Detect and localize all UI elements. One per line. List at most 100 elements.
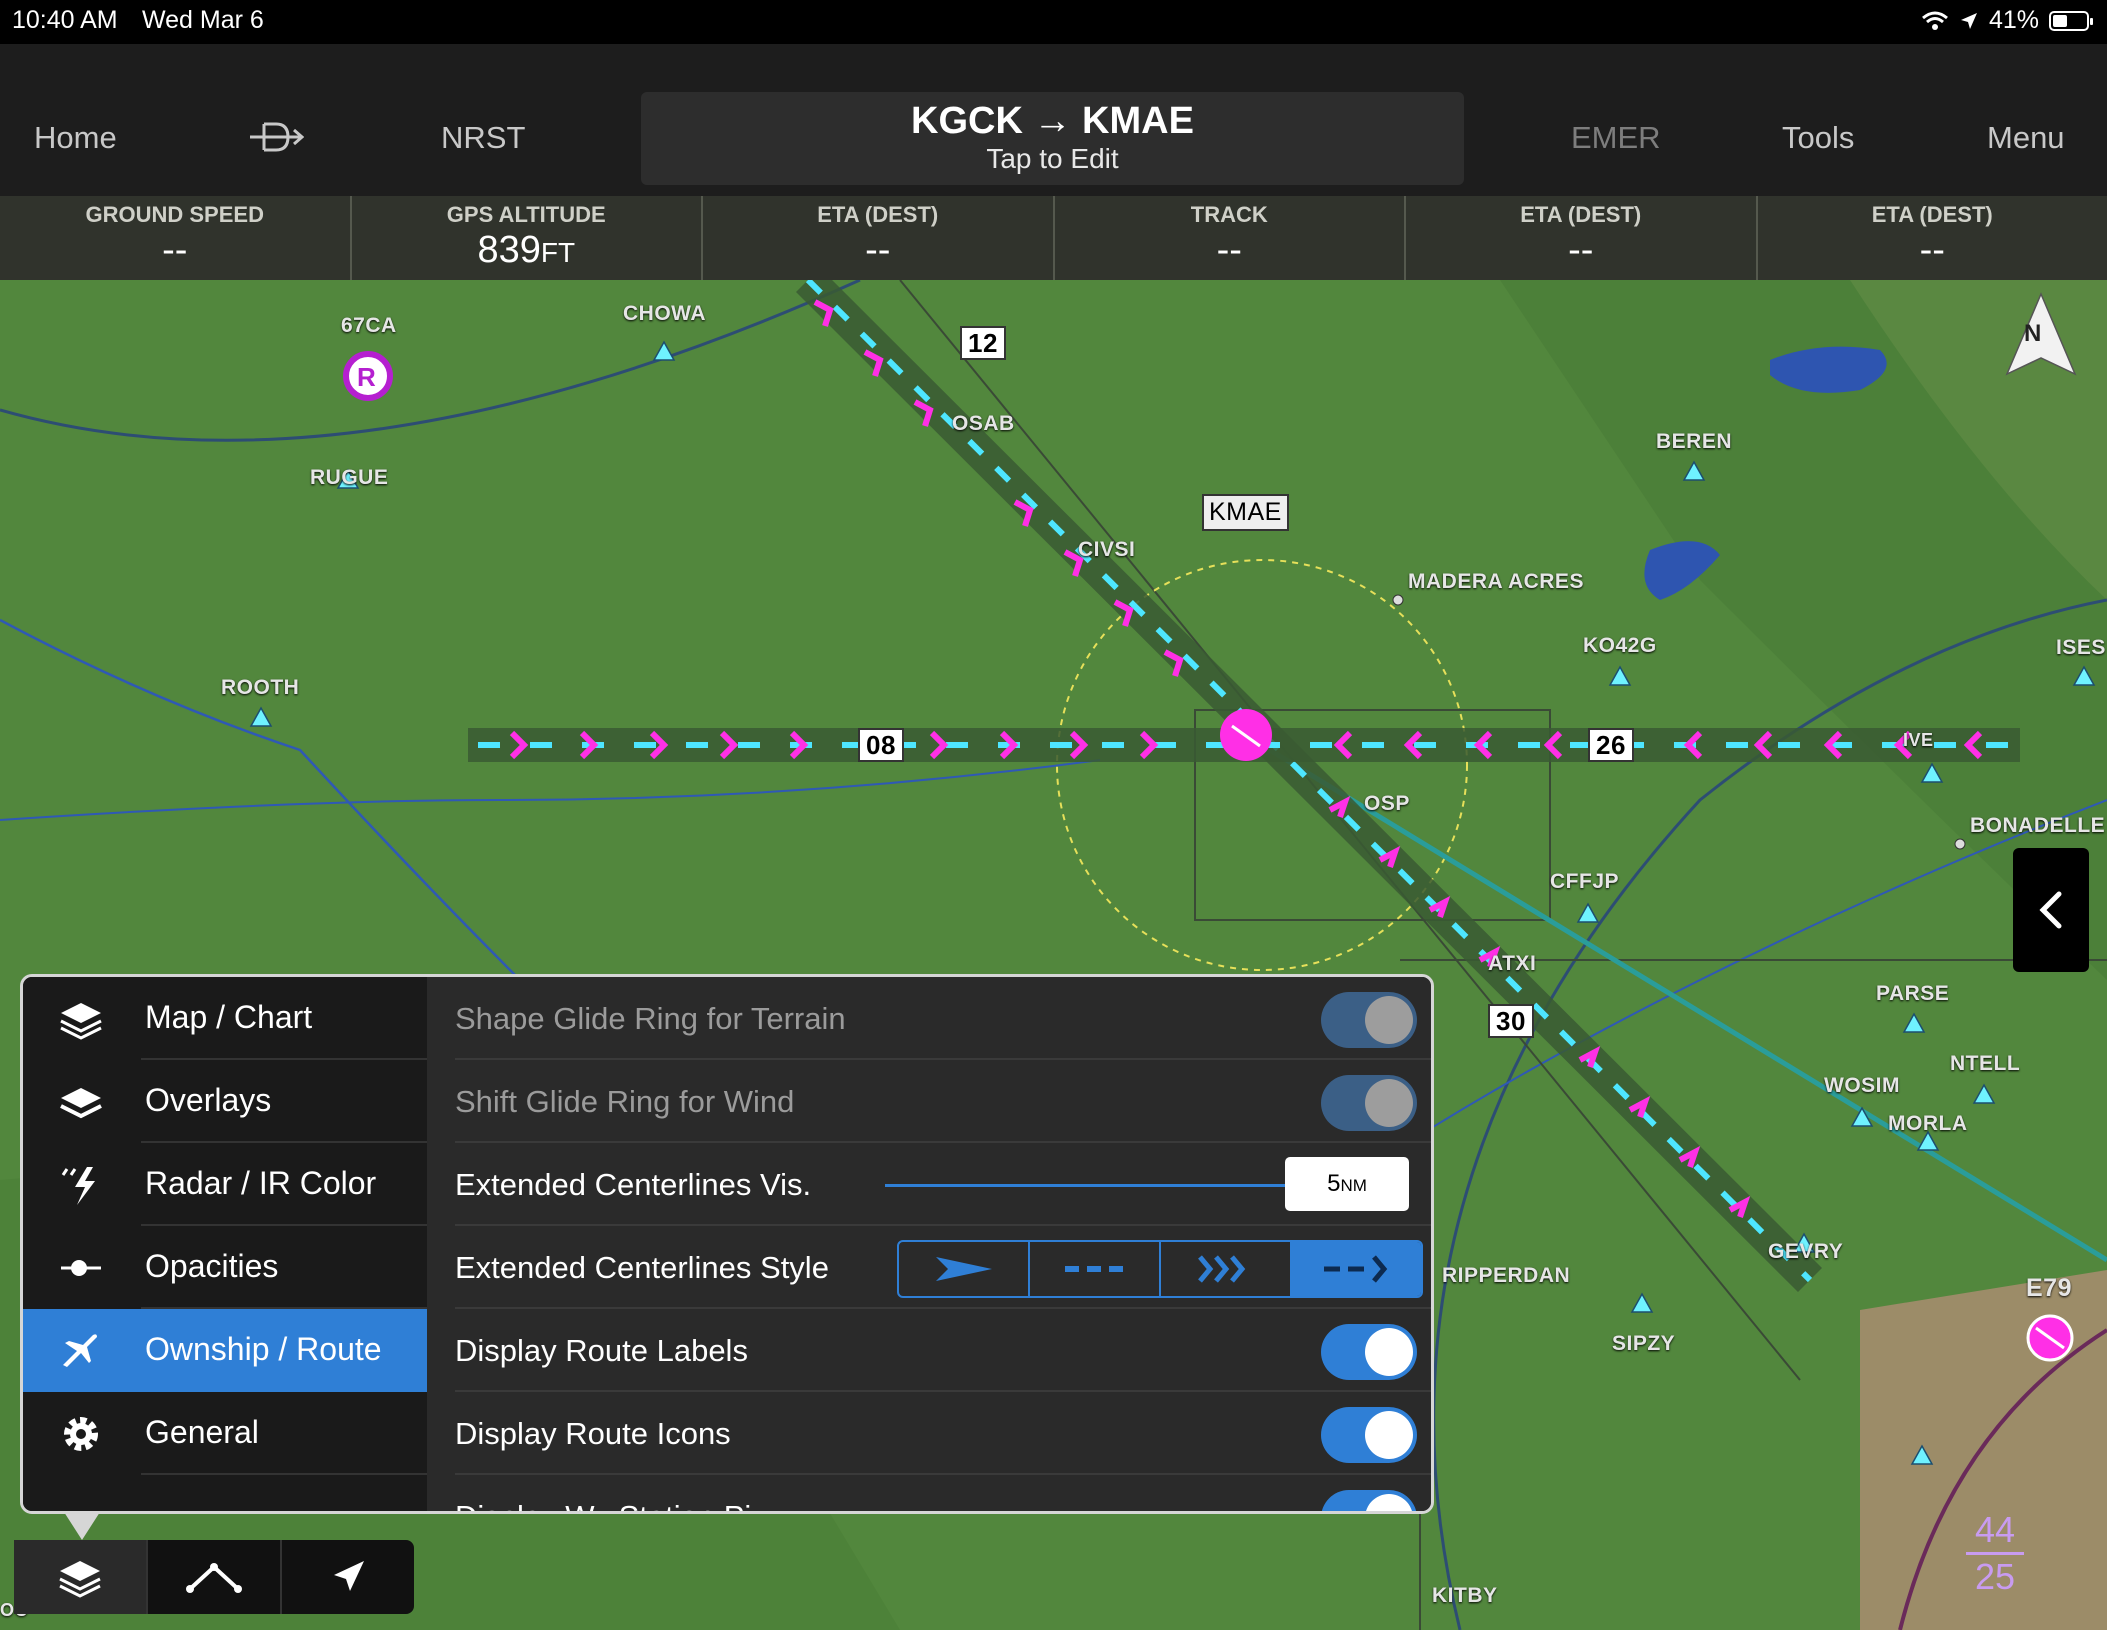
dashes-icon <box>1064 1266 1125 1272</box>
centerline-distance-slider[interactable] <box>885 1184 1309 1187</box>
waypoint-wosim[interactable]: WOSIM <box>1824 1074 1900 1098</box>
data-strip: GROUND SPEED -- GPS ALTITUDE 839FT ETA (… <box>0 196 2107 280</box>
setting-label: Shift Glide Ring for Wind <box>455 1084 795 1119</box>
chevrons-icon <box>1197 1255 1245 1283</box>
setting-label: Extended Centerlines Style <box>455 1250 829 1285</box>
setting-route-labels: Display Route Labels <box>427 1309 1431 1392</box>
place-bonadelle[interactable]: BONADELLE <box>1970 814 2105 838</box>
setting-label: Display Route Icons <box>455 1416 731 1451</box>
wx-station-toggle[interactable] <box>1321 1490 1417 1511</box>
category-opacities[interactable]: Opacities <box>23 1226 427 1309</box>
chevron-left-icon <box>2039 891 2062 929</box>
toggle-knob <box>1365 1411 1413 1459</box>
waypoint-cffjp[interactable]: CFFJP <box>1550 870 1619 894</box>
waypoint-rooth[interactable]: ROOTH <box>221 676 299 700</box>
category-label: General <box>145 1414 259 1450</box>
airport-kmae-label[interactable]: KMAE <box>1202 494 1289 531</box>
nav-tools[interactable]: Tools <box>1782 120 1854 156</box>
waypoint-osp[interactable]: OSP <box>1364 792 1410 816</box>
place-ripperdan[interactable]: RIPPERDAN <box>1442 1264 1570 1288</box>
place-madera-acres[interactable]: MADERA ACRES <box>1408 570 1584 594</box>
setting-wx-station: Display Wx Station Pi... <box>427 1475 1431 1511</box>
layers-button[interactable] <box>14 1540 148 1614</box>
category-label: Overlays <box>145 1082 272 1118</box>
waypoint-osab[interactable]: OSAB <box>952 412 1015 436</box>
style-option-dash-chevron[interactable] <box>1292 1242 1421 1296</box>
nav-home[interactable]: Home <box>34 120 117 156</box>
setting-shift-glide-ring: Shift Glide Ring for Wind <box>427 1060 1431 1143</box>
toggle-knob <box>1365 1494 1413 1511</box>
category-radar-ir-color[interactable]: Radar / IR Color <box>23 1143 427 1226</box>
runway-12-label: 12 <box>960 326 1006 360</box>
setting-centerlines-vis: Extended Centerlines Vis. 5NM <box>427 1143 1431 1226</box>
waypoint-kitby[interactable]: KITBY <box>1432 1584 1498 1608</box>
nav-menu[interactable]: Menu <box>1987 120 2065 156</box>
shape-glide-ring-toggle[interactable] <box>1321 992 1417 1048</box>
waypoint-chowa[interactable]: CHOWA <box>623 302 706 326</box>
divider <box>141 1473 427 1475</box>
nav-emer[interactable]: EMER <box>1571 120 1661 156</box>
waypoint-atxi[interactable]: ATXI <box>1488 952 1536 976</box>
route-icons-toggle[interactable] <box>1321 1407 1417 1463</box>
style-option-chevrons[interactable] <box>1161 1242 1292 1296</box>
airspace-ceiling: 44 <box>1974 1509 2016 1550</box>
waypoint-sipzy[interactable]: SIPZY <box>1612 1332 1675 1356</box>
style-option-arrow[interactable] <box>899 1242 1030 1296</box>
category-label: Radar / IR Color <box>145 1165 377 1201</box>
data-cell-label: ETA (DEST) <box>817 202 939 227</box>
setting-label: Display Route Labels <box>455 1333 748 1368</box>
waypoint-civsi[interactable]: CIVSI <box>1078 538 1135 562</box>
waypoint-gevry[interactable]: GEVRY <box>1768 1240 1843 1264</box>
data-cell-gps-altitude[interactable]: GPS ALTITUDE 839FT <box>352 196 703 280</box>
side-panel-toggle-button[interactable] <box>2013 848 2089 972</box>
toggle-knob <box>1365 996 1413 1044</box>
waypoint-ises[interactable]: ISES <box>2056 636 2106 660</box>
data-cell-track[interactable]: TRACK -- <box>1055 196 1406 280</box>
data-cell-label: GPS ALTITUDE <box>446 202 606 227</box>
data-cell-eta-dest-3[interactable]: ETA (DEST) -- <box>1758 196 2107 280</box>
status-date: Wed Mar 6 <box>142 6 264 34</box>
gear-icon <box>64 1417 98 1451</box>
route-profile-button[interactable] <box>148 1540 282 1614</box>
radar-icon <box>61 1167 95 1205</box>
waypoint-ntell[interactable]: NTELL <box>1950 1052 2020 1076</box>
settings-category-list: Map / Chart Overlays Radar / IR Color Op… <box>23 977 427 1511</box>
waypoint-ive[interactable]: IVE <box>1903 730 1934 751</box>
ownship-center-button[interactable] <box>282 1540 414 1614</box>
data-cell-ground-speed[interactable]: GROUND SPEED -- <box>0 196 352 280</box>
waypoint-rugue[interactable]: RUGUE <box>310 466 388 490</box>
waypoint-morla[interactable]: MORLA <box>1888 1112 1968 1136</box>
category-ownship-route[interactable]: Ownship / Route <box>23 1309 427 1392</box>
data-cell-eta-dest[interactable]: ETA (DEST) -- <box>703 196 1055 280</box>
map-settings-panel: Map / Chart Overlays Radar / IR Color Op… <box>20 974 1434 1514</box>
waypoint-67ca[interactable]: 67CA <box>341 314 397 338</box>
runway-08-label: 08 <box>858 728 904 762</box>
data-cell-value: -- <box>1216 229 1242 271</box>
data-cell-value: -- <box>1568 229 1594 271</box>
arrow-head-icon <box>935 1257 992 1281</box>
category-general[interactable]: General <box>23 1392 427 1475</box>
data-cell-value: -- <box>865 229 891 271</box>
shift-glide-ring-toggle[interactable] <box>1321 1075 1417 1131</box>
waypoint-parse[interactable]: PARSE <box>1876 982 1949 1006</box>
data-cell-eta-dest-2[interactable]: ETA (DEST) -- <box>1406 196 1758 280</box>
nav-nrst[interactable]: NRST <box>441 120 525 156</box>
location-arrow-icon <box>1960 12 1977 29</box>
nav-direct-to[interactable] <box>248 120 305 162</box>
centerline-distance-value[interactable]: 5NM <box>1285 1157 1409 1211</box>
route-editor[interactable]: KGCK → KMAE Tap to Edit <box>641 92 1464 185</box>
data-cell-value: -- <box>1919 229 1945 271</box>
category-map-chart[interactable]: Map / Chart <box>23 977 427 1060</box>
route-labels-toggle[interactable] <box>1321 1324 1417 1380</box>
route-title: KGCK → KMAE <box>911 100 1194 142</box>
waypoint-beren[interactable]: BEREN <box>1656 430 1732 454</box>
airport-ko42g[interactable]: KO42G <box>1583 634 1657 658</box>
category-overlays[interactable]: Overlays <box>23 1060 427 1143</box>
toggle-knob <box>1365 1328 1413 1376</box>
wifi-icon <box>1921 11 1948 30</box>
overlays-icon <box>60 1088 102 1119</box>
data-cell-value: 839FT <box>477 229 576 271</box>
style-option-dashes[interactable] <box>1030 1242 1161 1296</box>
airport-e79-label[interactable]: E79 <box>2026 1274 2072 1303</box>
dash-chevron-icon <box>1323 1255 1387 1283</box>
